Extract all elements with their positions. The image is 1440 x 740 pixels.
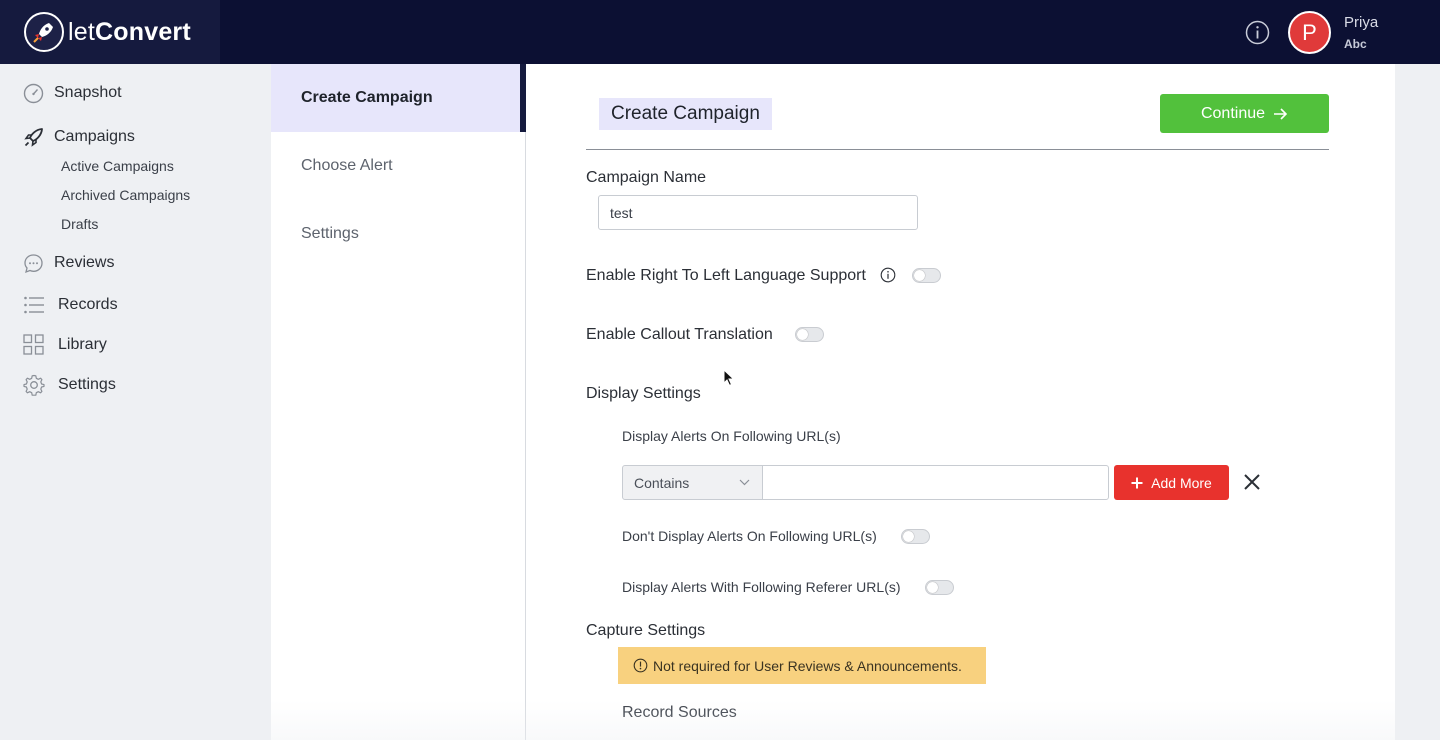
step-settings[interactable]: Settings xyxy=(271,200,526,268)
sidebar-item-label: Library xyxy=(58,336,107,353)
campaign-name-input[interactable] xyxy=(598,195,918,230)
continue-button[interactable]: Continue xyxy=(1160,94,1329,133)
chevron-down-icon xyxy=(739,479,750,486)
sidebar-item-settings[interactable]: Settings xyxy=(0,373,265,397)
sidebar-subitem-archived-campaigns[interactable]: Archived Campaigns xyxy=(61,187,190,203)
close-icon[interactable] xyxy=(1242,472,1262,492)
referer-urls-label: Display Alerts With Following Referer UR… xyxy=(622,579,901,595)
add-more-label: Add More xyxy=(1151,474,1212,491)
avatar[interactable]: P xyxy=(1288,11,1331,54)
main-content: Create Campaign Continue Campaign Name E… xyxy=(526,64,1395,740)
dont-display-urls-toggle[interactable] xyxy=(901,529,930,544)
list-icon xyxy=(24,296,44,314)
callout-translation-toggle[interactable] xyxy=(795,327,824,342)
grid-icon xyxy=(23,334,44,355)
rtl-support-toggle[interactable] xyxy=(912,268,941,283)
plus-icon xyxy=(1131,477,1143,488)
sidebar: Snapshot Campaigns Active Campaigns Arch… xyxy=(0,64,265,740)
arrow-right-icon xyxy=(1274,107,1288,120)
brand-name-bold: Convert xyxy=(95,17,191,46)
alert-circle-icon xyxy=(633,658,648,673)
page-title: Create Campaign xyxy=(599,98,772,130)
sidebar-item-records[interactable]: Records xyxy=(0,293,265,317)
info-icon[interactable] xyxy=(1245,20,1270,45)
user-name[interactable]: Priya xyxy=(1344,14,1378,31)
sidebar-item-campaigns[interactable]: Campaigns xyxy=(0,125,265,149)
sidebar-subitem-drafts[interactable]: Drafts xyxy=(61,216,98,232)
capture-settings-heading: Capture Settings xyxy=(586,622,706,639)
right-gutter xyxy=(1395,64,1440,740)
gauge-icon xyxy=(23,83,44,104)
url-match-select-value: Contains xyxy=(634,474,690,491)
sidebar-item-label: Reviews xyxy=(54,254,115,271)
sidebar-item-library[interactable]: Library xyxy=(0,333,265,357)
notice-text: Not required for User Reviews & Announce… xyxy=(653,657,962,674)
continue-button-label: Continue xyxy=(1200,104,1266,122)
sidebar-item-label: Snapshot xyxy=(54,84,122,101)
chat-icon xyxy=(24,254,43,274)
url-input[interactable] xyxy=(762,465,1109,500)
step-choose-alert[interactable]: Choose Alert xyxy=(271,132,526,200)
header-divider xyxy=(586,149,1329,150)
info-icon[interactable] xyxy=(880,267,896,283)
sidebar-item-reviews[interactable]: Reviews xyxy=(0,251,265,275)
record-sources-label: Record Sources xyxy=(622,704,737,721)
sidebar-item-label: Records xyxy=(58,296,118,313)
rtl-support-label: Enable Right To Left Language Support xyxy=(586,267,866,284)
gear-icon xyxy=(23,374,45,396)
sidebar-item-label: Campaigns xyxy=(54,128,135,145)
notice-banner: Not required for User Reviews & Announce… xyxy=(618,647,986,684)
brand-name: letConvert xyxy=(68,18,191,47)
user-org: Abc xyxy=(1344,37,1367,51)
rocket-logo-icon xyxy=(24,12,64,52)
display-urls-label: Display Alerts On Following URL(s) xyxy=(622,428,841,444)
dont-display-urls-label: Don't Display Alerts On Following URL(s) xyxy=(622,528,877,544)
sidebar-item-snapshot[interactable]: Snapshot xyxy=(0,81,265,105)
rocket-icon xyxy=(24,128,43,147)
brand-name-light: let xyxy=(68,17,96,46)
add-more-button[interactable]: Add More xyxy=(1114,465,1229,500)
logo[interactable]: letConvert xyxy=(0,0,220,64)
sidebar-subitem-active-campaigns[interactable]: Active Campaigns xyxy=(61,158,174,174)
callout-translation-label: Enable Callout Translation xyxy=(586,326,773,343)
top-bar: letConvert P Priya Abc xyxy=(0,0,1440,64)
campaign-name-label: Campaign Name xyxy=(586,169,707,186)
steps-panel: Create Campaign Choose Alert Settings xyxy=(271,64,526,740)
step-create-campaign[interactable]: Create Campaign xyxy=(271,64,526,132)
referer-urls-toggle[interactable] xyxy=(925,580,954,595)
url-match-select[interactable]: Contains xyxy=(622,465,763,500)
mouse-cursor-icon xyxy=(723,369,735,387)
sidebar-item-label: Settings xyxy=(58,376,116,393)
display-settings-heading: Display Settings xyxy=(586,385,701,402)
